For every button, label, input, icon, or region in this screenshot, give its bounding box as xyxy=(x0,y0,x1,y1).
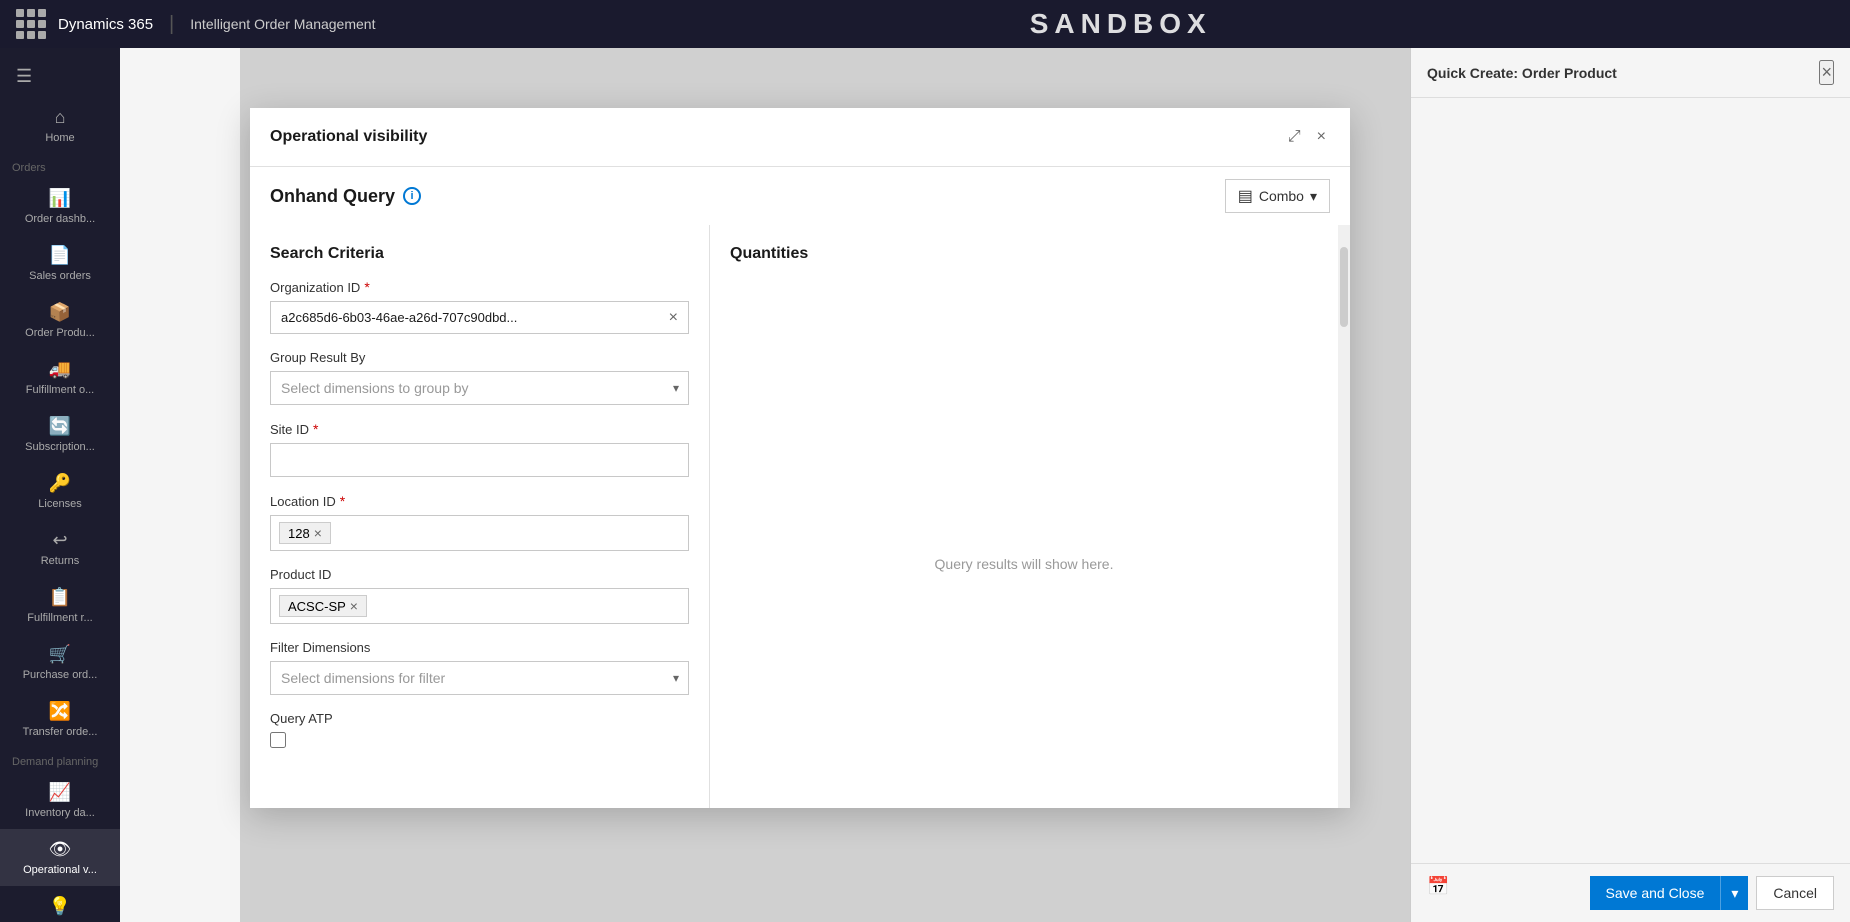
form-group-location-id: Location ID * 128 × xyxy=(270,493,689,551)
quick-create-close-button[interactable]: × xyxy=(1819,60,1834,85)
calendar-icon: 📅 xyxy=(1427,876,1449,910)
save-and-close-button[interactable]: Save and Close xyxy=(1590,876,1721,910)
group-result-label: Group Result By xyxy=(270,350,689,365)
quick-create-panel: Quick Create: Order Product × 📅 Save and… xyxy=(1410,48,1850,922)
product-id-tag-input[interactable]: ACSC-SP × xyxy=(270,588,689,624)
form-group-site-id: Site ID * xyxy=(270,421,689,477)
filter-dimensions-select[interactable]: Select dimensions for filter xyxy=(270,661,689,695)
filter-dimensions-label: Filter Dimensions xyxy=(270,640,689,655)
org-id-input[interactable] xyxy=(271,302,659,333)
apps-menu-icon[interactable] xyxy=(16,9,46,39)
group-result-select[interactable]: Select dimensions to group by xyxy=(270,371,689,405)
group-result-select-container: Select dimensions to group by ▾ xyxy=(270,371,689,405)
modal-body: Search Criteria Organization ID * × xyxy=(250,225,1350,808)
site-id-label: Site ID * xyxy=(270,421,689,437)
main-area: ☰ ⌂ Home Orders 📊 Order dashb... 📄 Sales… xyxy=(120,48,1850,922)
query-results-empty-state: Query results will show here. xyxy=(730,339,1318,788)
search-criteria-title: Search Criteria xyxy=(270,245,689,263)
product-id-tag-remove-button[interactable]: × xyxy=(350,598,358,614)
form-group-org-id: Organization ID * × xyxy=(270,279,689,334)
location-id-tag-input[interactable]: 128 × xyxy=(270,515,689,551)
right-panel: Quantities Query results will show here. xyxy=(710,225,1338,808)
form-group-filter-dimensions: Filter Dimensions Select dimensions for … xyxy=(270,640,689,695)
org-id-label: Organization ID * xyxy=(270,279,689,295)
operational-visibility-modal: Operational visibility ⤢ × Onhand Query … xyxy=(250,108,1350,808)
product-id-label: Product ID xyxy=(270,567,689,582)
sandbox-label: SANDBOX xyxy=(391,8,1850,40)
location-id-required: * xyxy=(340,493,345,509)
modal-header: Operational visibility ⤢ × xyxy=(250,108,1350,167)
form-group-query-atp: Query ATP xyxy=(270,711,689,748)
combo-button[interactable]: ▤ Combo ▾ xyxy=(1225,179,1330,213)
location-id-tag-remove-button[interactable]: × xyxy=(314,525,322,541)
quick-create-header: Quick Create: Order Product × xyxy=(1411,48,1850,98)
location-id-tag-value: 128 xyxy=(288,526,310,541)
info-icon[interactable]: i xyxy=(403,187,421,205)
product-id-tag: ACSC-SP × xyxy=(279,595,367,617)
location-id-tag: 128 × xyxy=(279,522,331,544)
topbar-separator: | xyxy=(169,13,174,36)
product-id-tag-value: ACSC-SP xyxy=(288,599,346,614)
module-name: Intelligent Order Management xyxy=(190,16,375,32)
quick-create-title: Quick Create: Order Product xyxy=(1427,65,1617,81)
org-id-clear-button[interactable]: × xyxy=(659,309,688,327)
modal-scrollbar-thumb xyxy=(1340,247,1348,327)
combo-arrow-icon: ▾ xyxy=(1310,188,1317,205)
org-id-required: * xyxy=(364,279,369,295)
modal-subheader: Onhand Query i ▤ Combo ▾ xyxy=(250,167,1350,225)
filter-dimensions-select-container: Select dimensions for filter ▾ xyxy=(270,661,689,695)
query-title-text: Onhand Query xyxy=(270,186,395,207)
save-and-close-dropdown-button[interactable]: ▾ xyxy=(1720,876,1748,910)
cancel-button[interactable]: Cancel xyxy=(1756,876,1834,910)
form-group-group-result-by: Group Result By Select dimensions to gro… xyxy=(270,350,689,405)
query-atp-checkbox[interactable] xyxy=(270,732,286,748)
app-name: Dynamics 365 xyxy=(58,16,153,33)
topbar: Dynamics 365 | Intelligent Order Managem… xyxy=(0,0,1850,48)
left-panel: Search Criteria Organization ID * × xyxy=(250,225,710,808)
modal-overlay: Operational visibility ⤢ × Onhand Query … xyxy=(240,48,1410,922)
org-id-input-container: × xyxy=(270,301,689,334)
quick-create-body xyxy=(1411,98,1850,863)
query-atp-checkbox-row xyxy=(270,732,689,748)
modal-header-actions: ⤢ × xyxy=(1284,124,1330,150)
site-id-input[interactable] xyxy=(270,443,689,477)
modal-title: Operational visibility xyxy=(270,128,427,146)
query-atp-label: Query ATP xyxy=(270,711,689,726)
modal-expand-button[interactable]: ⤢ xyxy=(1284,124,1305,150)
form-group-product-id: Product ID ACSC-SP × xyxy=(270,567,689,624)
quick-create-footer: 📅 Save and Close ▾ Cancel xyxy=(1411,863,1850,922)
combo-label: Combo xyxy=(1259,188,1304,204)
location-id-label: Location ID * xyxy=(270,493,689,509)
modal-scrollbar[interactable] xyxy=(1338,225,1350,808)
query-title-row: Onhand Query i xyxy=(270,186,421,207)
modal-close-button[interactable]: × xyxy=(1313,124,1330,150)
combo-icon: ▤ xyxy=(1238,186,1253,206)
site-id-required: * xyxy=(313,421,318,437)
quantities-title: Quantities xyxy=(730,245,1318,263)
